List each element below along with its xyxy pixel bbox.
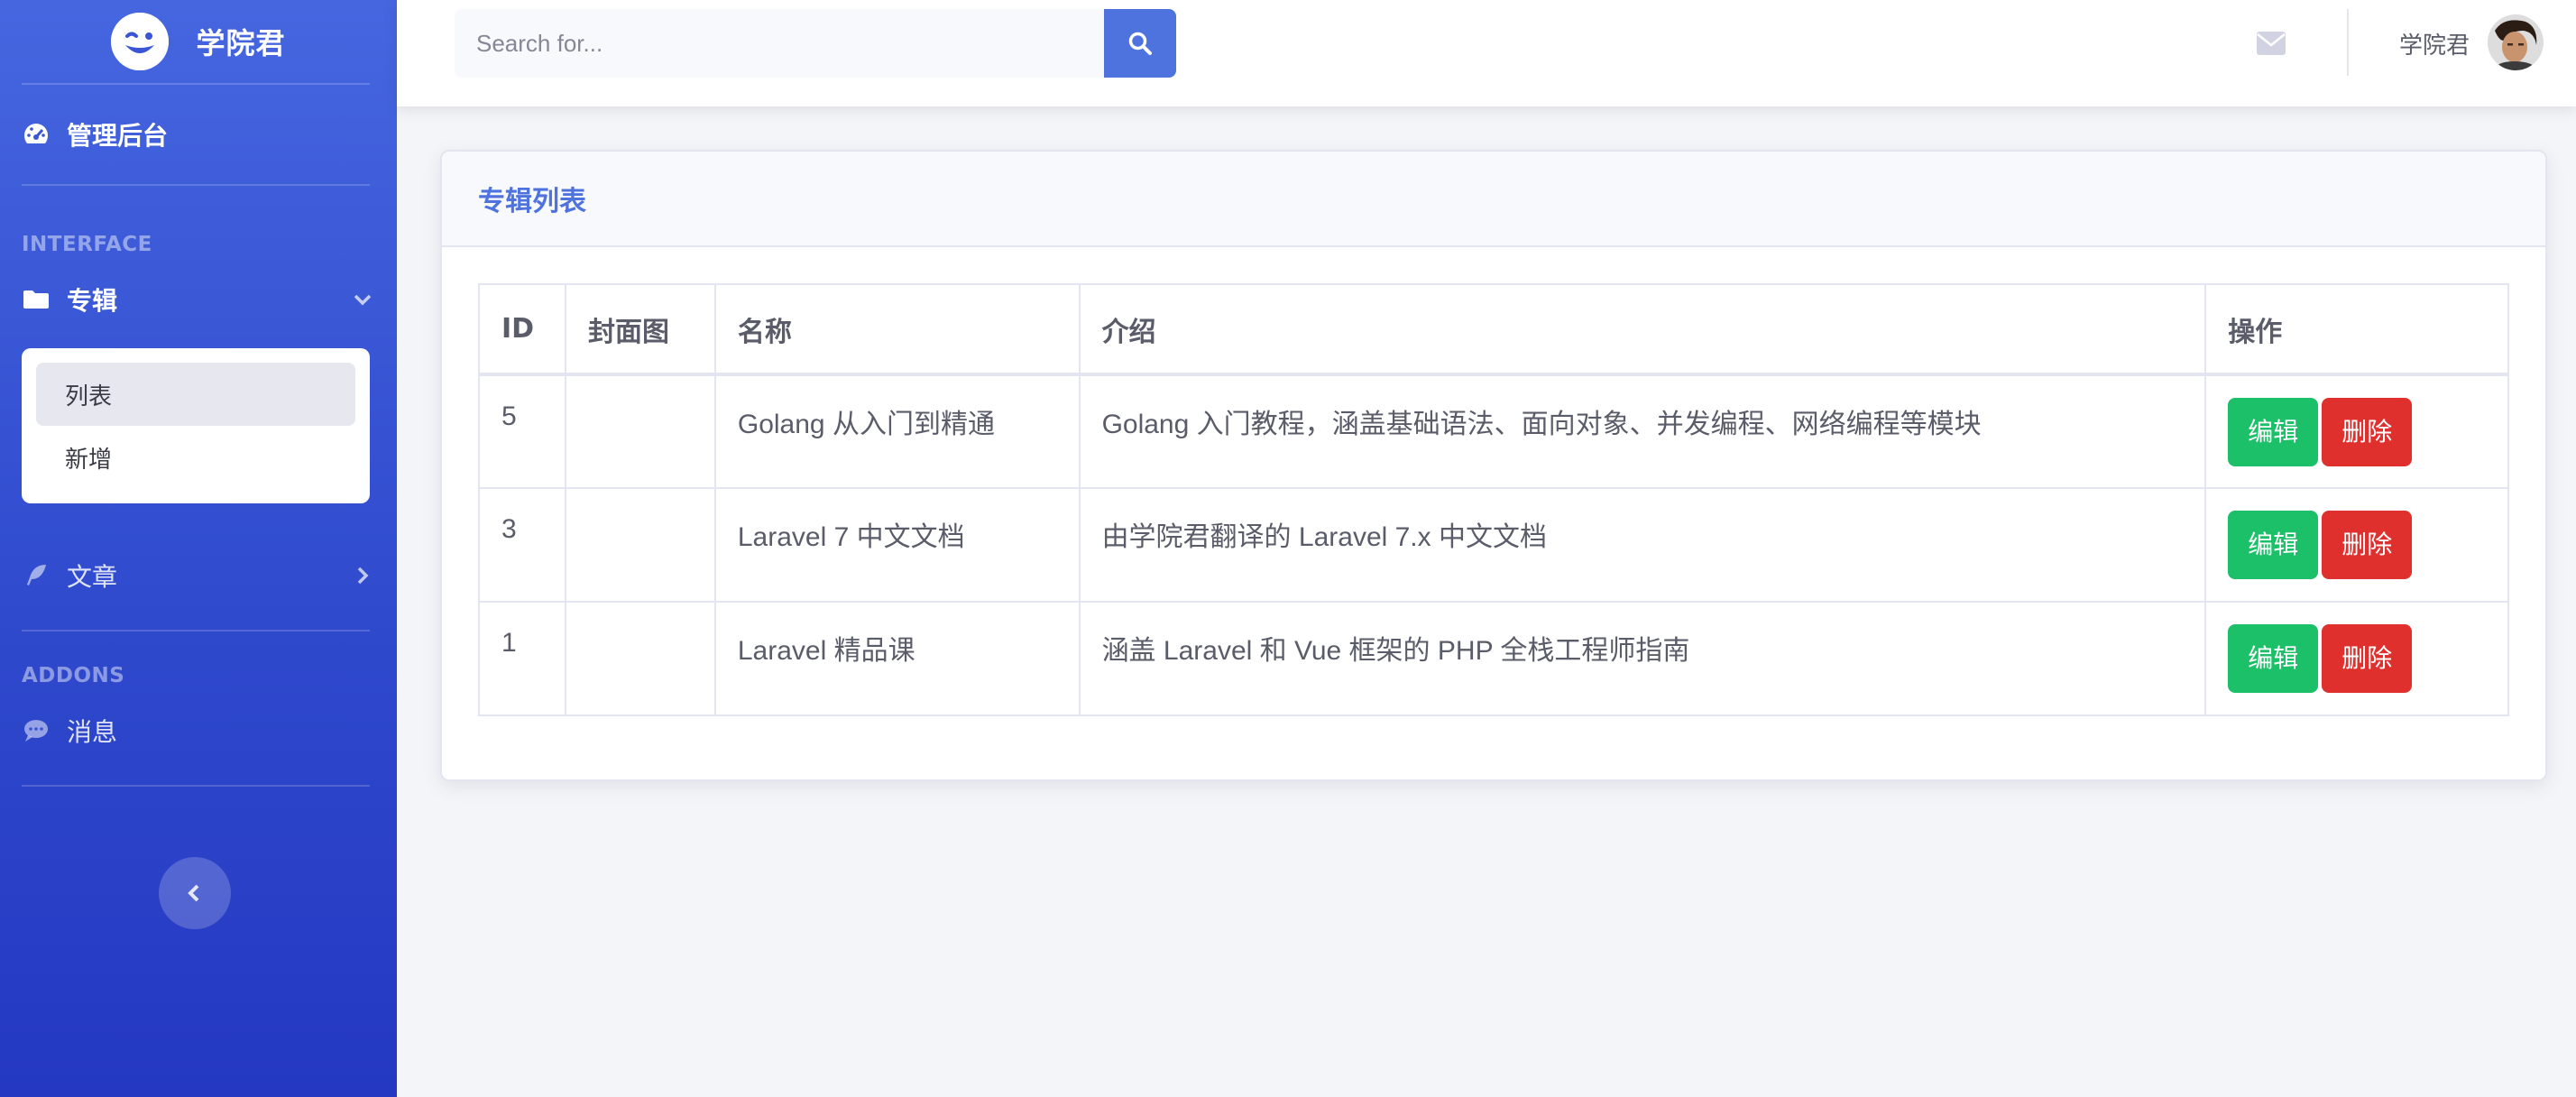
sidebar-item-label: 管理后台 <box>67 121 169 151</box>
sidebar-item-label: 消息 <box>67 717 118 747</box>
chevron-left-icon <box>188 884 199 902</box>
edit-button[interactable]: 编辑 <box>2228 398 2319 466</box>
chevron-down-icon <box>350 287 375 312</box>
search-icon <box>1128 32 1152 55</box>
search-form <box>455 9 1176 78</box>
columns-table: ID 封面图 名称 介绍 操作 5 Golang 从入门到精通 Golang 入… <box>478 283 2509 716</box>
sidebar-divider <box>22 785 370 787</box>
search-input[interactable] <box>455 9 1104 78</box>
delete-button[interactable]: 删除 <box>2322 624 2413 693</box>
sidebar-item-label: 专辑 <box>67 286 118 316</box>
table-row: 1 Laravel 精品课 涵盖 Laravel 和 Vue 框架的 PHP 全… <box>478 601 2509 716</box>
edit-button[interactable]: 编辑 <box>2228 624 2319 693</box>
cell-actions: 编辑 删除 <box>2204 487 2509 603</box>
card-title: 专辑列表 <box>478 186 586 217</box>
user-name[interactable]: 学院君 <box>2399 27 2470 60</box>
column-header-id: ID <box>478 283 566 375</box>
cell-cover <box>564 373 716 489</box>
columns-submenu: 列表 新增 <box>22 348 370 503</box>
table-row: 3 Laravel 7 中文文档 由学院君翻译的 Laravel 7.x 中文文… <box>478 487 2509 603</box>
cell-name: Laravel 7 中文文档 <box>713 487 1081 603</box>
cell-intro: 涵盖 Laravel 和 Vue 框架的 PHP 全栈工程师指南 <box>1078 601 2207 716</box>
folder-icon <box>22 285 51 314</box>
cell-id: 3 <box>478 487 566 603</box>
cell-intro: Golang 入门教程，涵盖基础语法、面向对象、并发编程、网络编程等模块 <box>1078 373 2207 489</box>
cell-intro: 由学院君翻译的 Laravel 7.x 中文文档 <box>1078 487 2207 603</box>
avatar[interactable] <box>2488 14 2544 70</box>
feather-icon <box>22 561 51 590</box>
card-body: ID 封面图 名称 介绍 操作 5 Golang 从入门到精通 Golang 入… <box>442 247 2545 752</box>
sidebar-item-label: 文章 <box>67 562 118 592</box>
brand-name: 学院君 <box>196 26 286 60</box>
column-header-name: 名称 <box>713 283 1081 375</box>
cell-name: Laravel 精品课 <box>713 601 1081 716</box>
sidebar-heading-interface: INTERFACE <box>22 233 152 256</box>
column-header-actions: 操作 <box>2204 283 2509 375</box>
delete-button[interactable]: 删除 <box>2322 398 2413 466</box>
sidebar-heading-addons: ADDONS <box>22 664 125 687</box>
delete-button[interactable]: 删除 <box>2322 511 2413 579</box>
cell-name: Golang 从入门到精通 <box>713 373 1081 489</box>
sidebar: 学院君 管理后台 INTERFACE 专辑 列表 新增 文章 ADDONS 消息 <box>0 0 397 1097</box>
cell-actions: 编辑 删除 <box>2204 373 2509 489</box>
edit-button[interactable]: 编辑 <box>2228 511 2319 579</box>
wink-face-logo-icon <box>111 13 170 70</box>
comment-icon <box>22 716 51 745</box>
search-button[interactable] <box>1104 9 1176 78</box>
cell-id: 1 <box>478 601 566 716</box>
table-header-row: ID 封面图 名称 介绍 操作 <box>478 283 2509 375</box>
sidebar-item-dashboard[interactable]: 管理后台 <box>0 85 397 184</box>
cell-cover <box>564 601 716 716</box>
sidebar-toggle-button[interactable] <box>159 857 231 929</box>
brand[interactable]: 学院君 <box>0 0 397 83</box>
cell-actions: 编辑 删除 <box>2204 601 2509 716</box>
table-row: 5 Golang 从入门到精通 Golang 入门教程，涵盖基础语法、面向对象、… <box>478 373 2509 489</box>
submenu-item-add[interactable]: 新增 <box>36 426 355 489</box>
chevron-right-icon <box>350 563 375 588</box>
column-header-cover: 封面图 <box>564 283 716 375</box>
topbar: 学院君 <box>397 0 2576 106</box>
sidebar-item-messages[interactable]: 消息 <box>0 698 397 763</box>
columns-list-card: 专辑列表 ID 封面图 名称 介绍 操作 5 Golang 从入门到精通 Gol… <box>440 150 2547 781</box>
cell-id: 5 <box>478 373 566 489</box>
submenu-item-list[interactable]: 列表 <box>36 363 355 426</box>
tachometer-icon <box>22 120 51 149</box>
card-header: 专辑列表 <box>442 152 2545 247</box>
topbar-divider <box>2347 9 2349 76</box>
cell-cover <box>564 487 716 603</box>
column-header-intro: 介绍 <box>1078 283 2207 375</box>
sidebar-item-columns[interactable]: 专辑 <box>0 267 397 332</box>
envelope-icon[interactable] <box>2255 27 2287 60</box>
sidebar-item-articles[interactable]: 文章 <box>0 543 397 608</box>
